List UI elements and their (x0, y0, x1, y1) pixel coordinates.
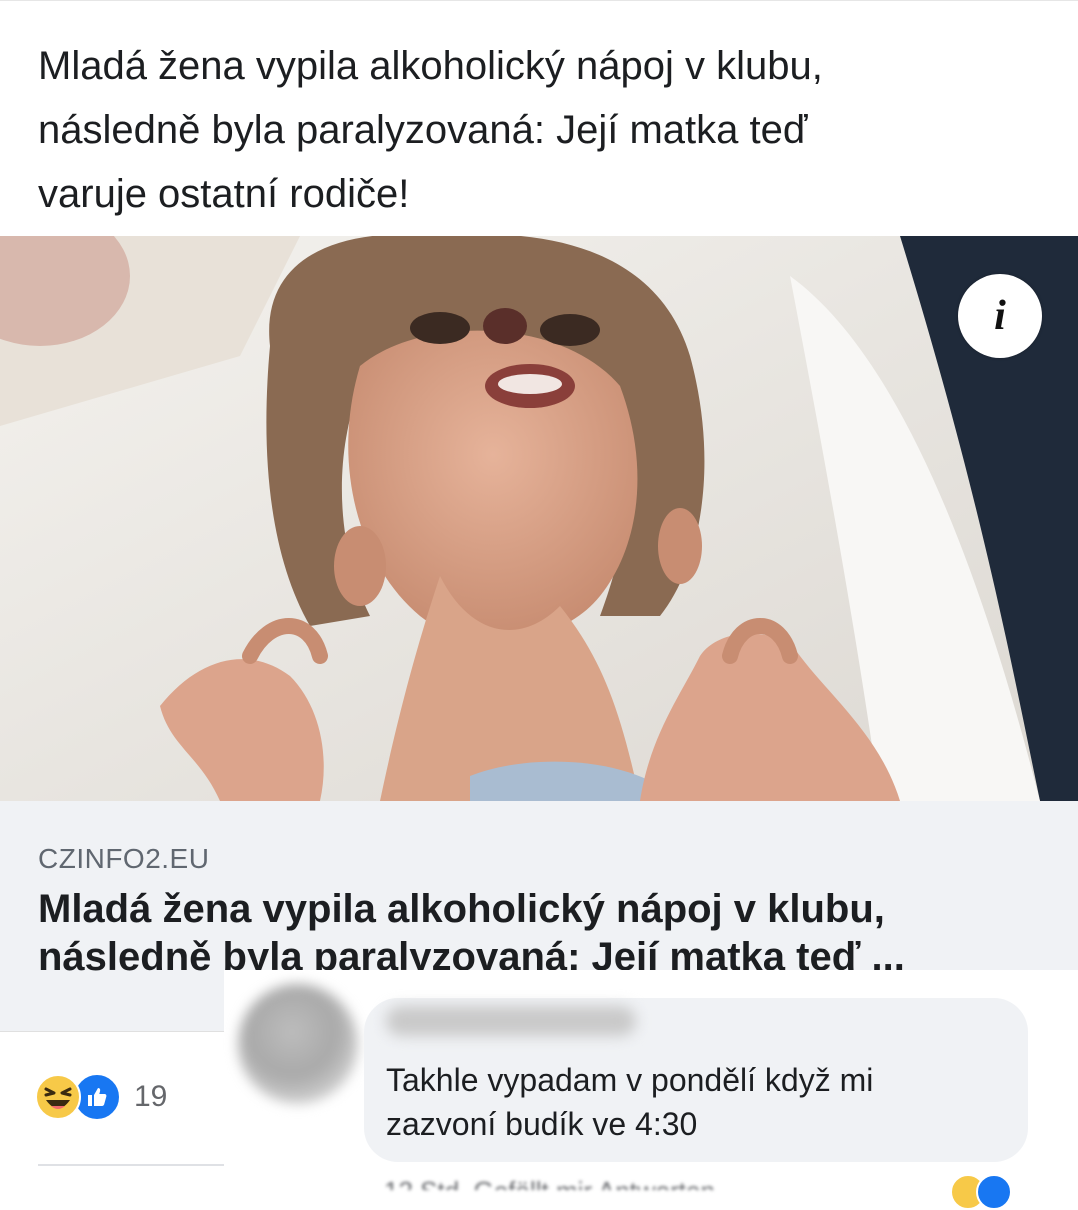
comment-text-line-1: Takhle vypadam v pondělí když mi (386, 1062, 874, 1098)
post-text-line-3: varuje ostatní rodiče! (38, 172, 410, 216)
comment-actions[interactable]: 12 Std. Gefällt mir Antworten (384, 1176, 1034, 1190)
reaction-count: 19 (134, 1080, 168, 1113)
photo-illustration (0, 236, 1078, 801)
post-text: Mladá žena vypila alkoholický nápoj v kl… (38, 34, 1038, 226)
haha-icon (35, 1074, 81, 1120)
post-photo[interactable] (0, 236, 1078, 801)
commenter-name-blurred[interactable] (386, 1006, 636, 1036)
link-domain: CZINFO2.EU (38, 843, 210, 874)
post-text-line-2: následně byla paralyzovaná: Její matka t… (38, 108, 808, 152)
like-icon (976, 1174, 1012, 1210)
actions-divider (38, 1164, 224, 1166)
link-title[interactable]: Mladá žena vypila alkoholický nápoj v kl… (38, 885, 1038, 981)
post-text-line-1: Mladá žena vypila alkoholický nápoj v kl… (38, 44, 823, 88)
avatar[interactable] (238, 984, 358, 1104)
info-icon[interactable]: i (958, 274, 1042, 358)
comment-text-line-2: zazvoní budík ve 4:30 (386, 1106, 698, 1142)
comment-text: Takhle vypadam v pondělí když mi zazvoní… (386, 1058, 1006, 1146)
link-title-line-1: Mladá žena vypila alkoholický nápoj v kl… (38, 887, 885, 931)
comment-reactions[interactable] (950, 1174, 1012, 1210)
top-divider (0, 0, 1078, 9)
reaction-summary[interactable]: 19 (34, 1072, 167, 1122)
